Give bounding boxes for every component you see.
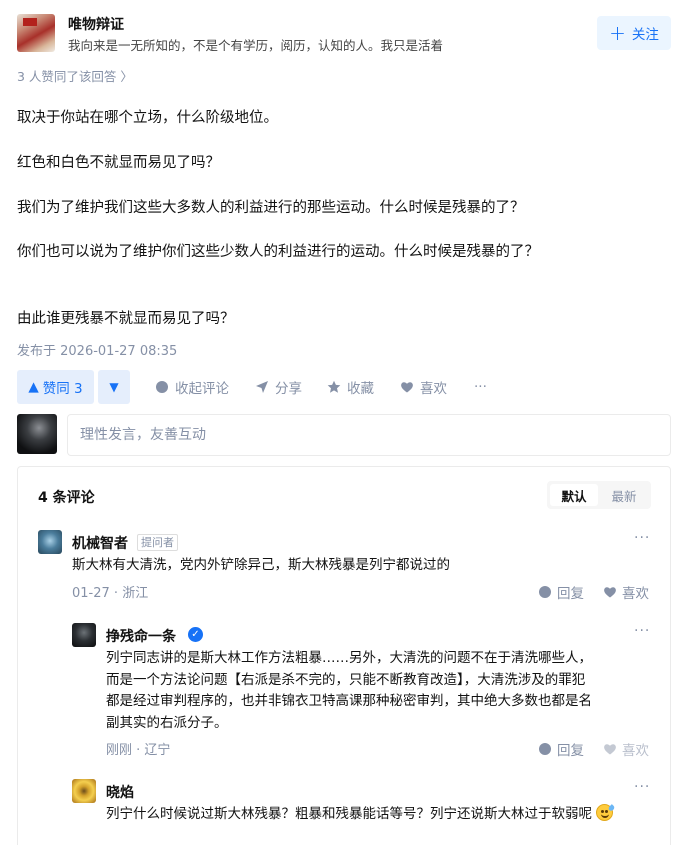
share-label: 分享 bbox=[275, 381, 302, 397]
comment-like-button[interactable]: 喜欢 bbox=[603, 582, 649, 602]
author-bio: 我向来是一无所知的，不是个有学历，阅历，认知的人。我只是活着 bbox=[68, 38, 444, 53]
asker-tag: 提问者 bbox=[137, 534, 178, 551]
reply-button[interactable]: 回复 bbox=[538, 582, 584, 602]
author-avatar[interactable] bbox=[17, 14, 55, 52]
triangle-up-icon: ▲ bbox=[28, 379, 39, 395]
comment-input[interactable] bbox=[67, 414, 671, 456]
favorite-button[interactable]: 收藏 bbox=[327, 370, 374, 404]
plus-icon: + bbox=[609, 21, 626, 45]
commenter-avatar[interactable] bbox=[72, 623, 96, 647]
upvote-button[interactable]: ▲ 赞同 3 bbox=[17, 370, 94, 404]
comment-reply-item: 挣残命一条 ✓ ··· 列宁同志讲的是斯大林工作方法粗暴……另外，大清洗的问题不… bbox=[72, 623, 658, 759]
reply-button[interactable]: 回复 bbox=[538, 739, 584, 759]
comments-count-title: 4 条评论 bbox=[38, 490, 95, 506]
heart-icon bbox=[604, 587, 616, 598]
sort-default-tab[interactable]: 默认 bbox=[550, 484, 598, 506]
comment-meta: 刚刚 · 辽宁 bbox=[106, 739, 170, 758]
downvote-button[interactable]: ▼ bbox=[98, 370, 130, 404]
commenter-avatar[interactable] bbox=[72, 779, 96, 803]
comment-text: 列宁什么时候说过斯大林残暴？粗暴和残暴能话等号？列宁还说斯大林过于软弱呢 bbox=[106, 804, 654, 826]
comment-location: 浙江 bbox=[122, 586, 149, 601]
like-label: 喜欢 bbox=[622, 743, 649, 759]
comment-more-icon[interactable]: ··· bbox=[634, 623, 650, 639]
comment-text-line: 都是经过审判程序的，也并非锦衣卫特高课那种秘密审判，其中绝大多数也都是名 bbox=[106, 693, 592, 709]
reply-label: 回复 bbox=[557, 586, 584, 602]
star-icon bbox=[327, 380, 341, 394]
more-actions-button[interactable]: ··· bbox=[474, 370, 487, 404]
comment-text-body: 列宁什么时候说过斯大林残暴？粗暴和残暴能话等号？列宁还说斯大林过于软弱呢 bbox=[106, 806, 592, 822]
favorite-label: 收藏 bbox=[347, 381, 374, 397]
like-label: 喜欢 bbox=[420, 381, 447, 397]
answer-paragraph: 取决于你站在哪个立场，什么阶级地位。 bbox=[17, 110, 278, 126]
answer-action-bar: ▲ 赞同 3 ▼ 收起评论 分享 收藏 喜欢 ··· bbox=[17, 370, 667, 404]
ellipsis-icon: ··· bbox=[474, 379, 487, 395]
comment-meta: 01-27 · 浙江 bbox=[72, 582, 148, 601]
author-name[interactable]: 唯物辩证 bbox=[68, 14, 124, 34]
verified-badge-icon: ✓ bbox=[188, 627, 203, 642]
like-button[interactable]: 喜欢 bbox=[400, 370, 447, 404]
answer-paragraph: 红色和白色不就显而易见了吗？ bbox=[17, 155, 220, 171]
meta-separator: · bbox=[113, 586, 123, 601]
comments-panel: 4 条评论 默认 最新 机械智者 提问者 ··· 斯大林有大清洗，党内外铲除异己… bbox=[17, 466, 671, 845]
comment-more-icon[interactable]: ··· bbox=[634, 779, 650, 795]
commenter-avatar[interactable] bbox=[38, 530, 62, 554]
comment-compose bbox=[17, 414, 671, 456]
comment-bubble-icon bbox=[155, 380, 169, 394]
comment-text: 斯大林有大清洗，党内外铲除异己，斯大林残暴是列宁都说过的 bbox=[72, 557, 450, 573]
commenter-name[interactable]: 挣残命一条 bbox=[106, 626, 176, 646]
upvoters-link[interactable]: 3 人赞同了该回答 〉 bbox=[17, 66, 133, 85]
triangle-down-icon: ▼ bbox=[109, 380, 119, 394]
answer-author-header: 唯物辩证 我向来是一无所知的，不是个有学历，阅历，认知的人。我只是活着 + 关注 bbox=[17, 14, 671, 54]
comment-bubble-icon bbox=[539, 586, 551, 598]
comment-item: 机械智者 提问者 ··· 斯大林有大清洗，党内外铲除异己，斯大林残暴是列宁都说过… bbox=[38, 530, 658, 602]
reply-label: 回复 bbox=[557, 743, 584, 759]
follow-button[interactable]: + 关注 bbox=[597, 16, 671, 50]
comment-text-line: 副其实的右派分子。 bbox=[106, 714, 228, 731]
paper-plane-icon bbox=[255, 380, 269, 394]
heart-icon bbox=[400, 380, 414, 394]
answer-paragraph: 由此谁更残暴不就显而易见了吗？ bbox=[17, 311, 235, 327]
comment-like-button[interactable]: 喜欢 bbox=[603, 739, 649, 759]
comment-date: 01-27 bbox=[72, 586, 110, 601]
comment-text: 列宁同志讲的是斯大林工作方法粗暴……另外，大清洗的问题不在于清洗哪些人， 而是一… bbox=[106, 648, 592, 734]
comment-text-line: 而是一个方法论问题【右派是杀不完的，只能不断教育改造】，大清洗涉及的罪犯 bbox=[106, 671, 586, 688]
answer-paragraph: 我们为了维护我们这些大多数人的利益进行的那些运动。什么时候是残暴的了？ bbox=[17, 200, 525, 216]
sort-latest-tab[interactable]: 最新 bbox=[600, 484, 648, 506]
collapse-comments-button[interactable]: 收起评论 bbox=[155, 370, 229, 404]
publish-time: 发布于 2026-01-27 08:35 bbox=[17, 344, 178, 359]
follow-label: 关注 bbox=[631, 27, 659, 43]
current-user-avatar bbox=[17, 414, 57, 454]
sweat-smile-emoji-icon bbox=[596, 804, 616, 821]
comment-reply-item: 晓焰 ··· 列宁什么时候说过斯大林残暴？粗暴和残暴能话等号？列宁还说斯大林过于… bbox=[72, 779, 658, 845]
commenter-name[interactable]: 晓焰 bbox=[106, 782, 134, 802]
comment-location: 辽宁 bbox=[144, 743, 171, 758]
comment-date: 刚刚 bbox=[106, 743, 133, 758]
comment-text-line: 列宁同志讲的是斯大林工作方法粗暴……另外，大清洗的问题不在于清洗哪些人， bbox=[106, 650, 592, 666]
comment-more-icon[interactable]: ··· bbox=[634, 530, 650, 546]
like-label: 喜欢 bbox=[622, 586, 649, 602]
share-button[interactable]: 分享 bbox=[255, 370, 302, 404]
heart-icon bbox=[604, 744, 616, 755]
collapse-comments-label: 收起评论 bbox=[175, 381, 229, 397]
comment-sort-toggle: 默认 最新 bbox=[547, 481, 651, 509]
comment-bubble-icon bbox=[539, 743, 551, 755]
upvote-label: 赞同 3 bbox=[42, 381, 83, 397]
commenter-name[interactable]: 机械智者 bbox=[72, 533, 128, 553]
answer-paragraph: 你们也可以说为了维护你们这些少数人的利益进行的运动。什么时候是残暴的了？ bbox=[17, 244, 539, 260]
